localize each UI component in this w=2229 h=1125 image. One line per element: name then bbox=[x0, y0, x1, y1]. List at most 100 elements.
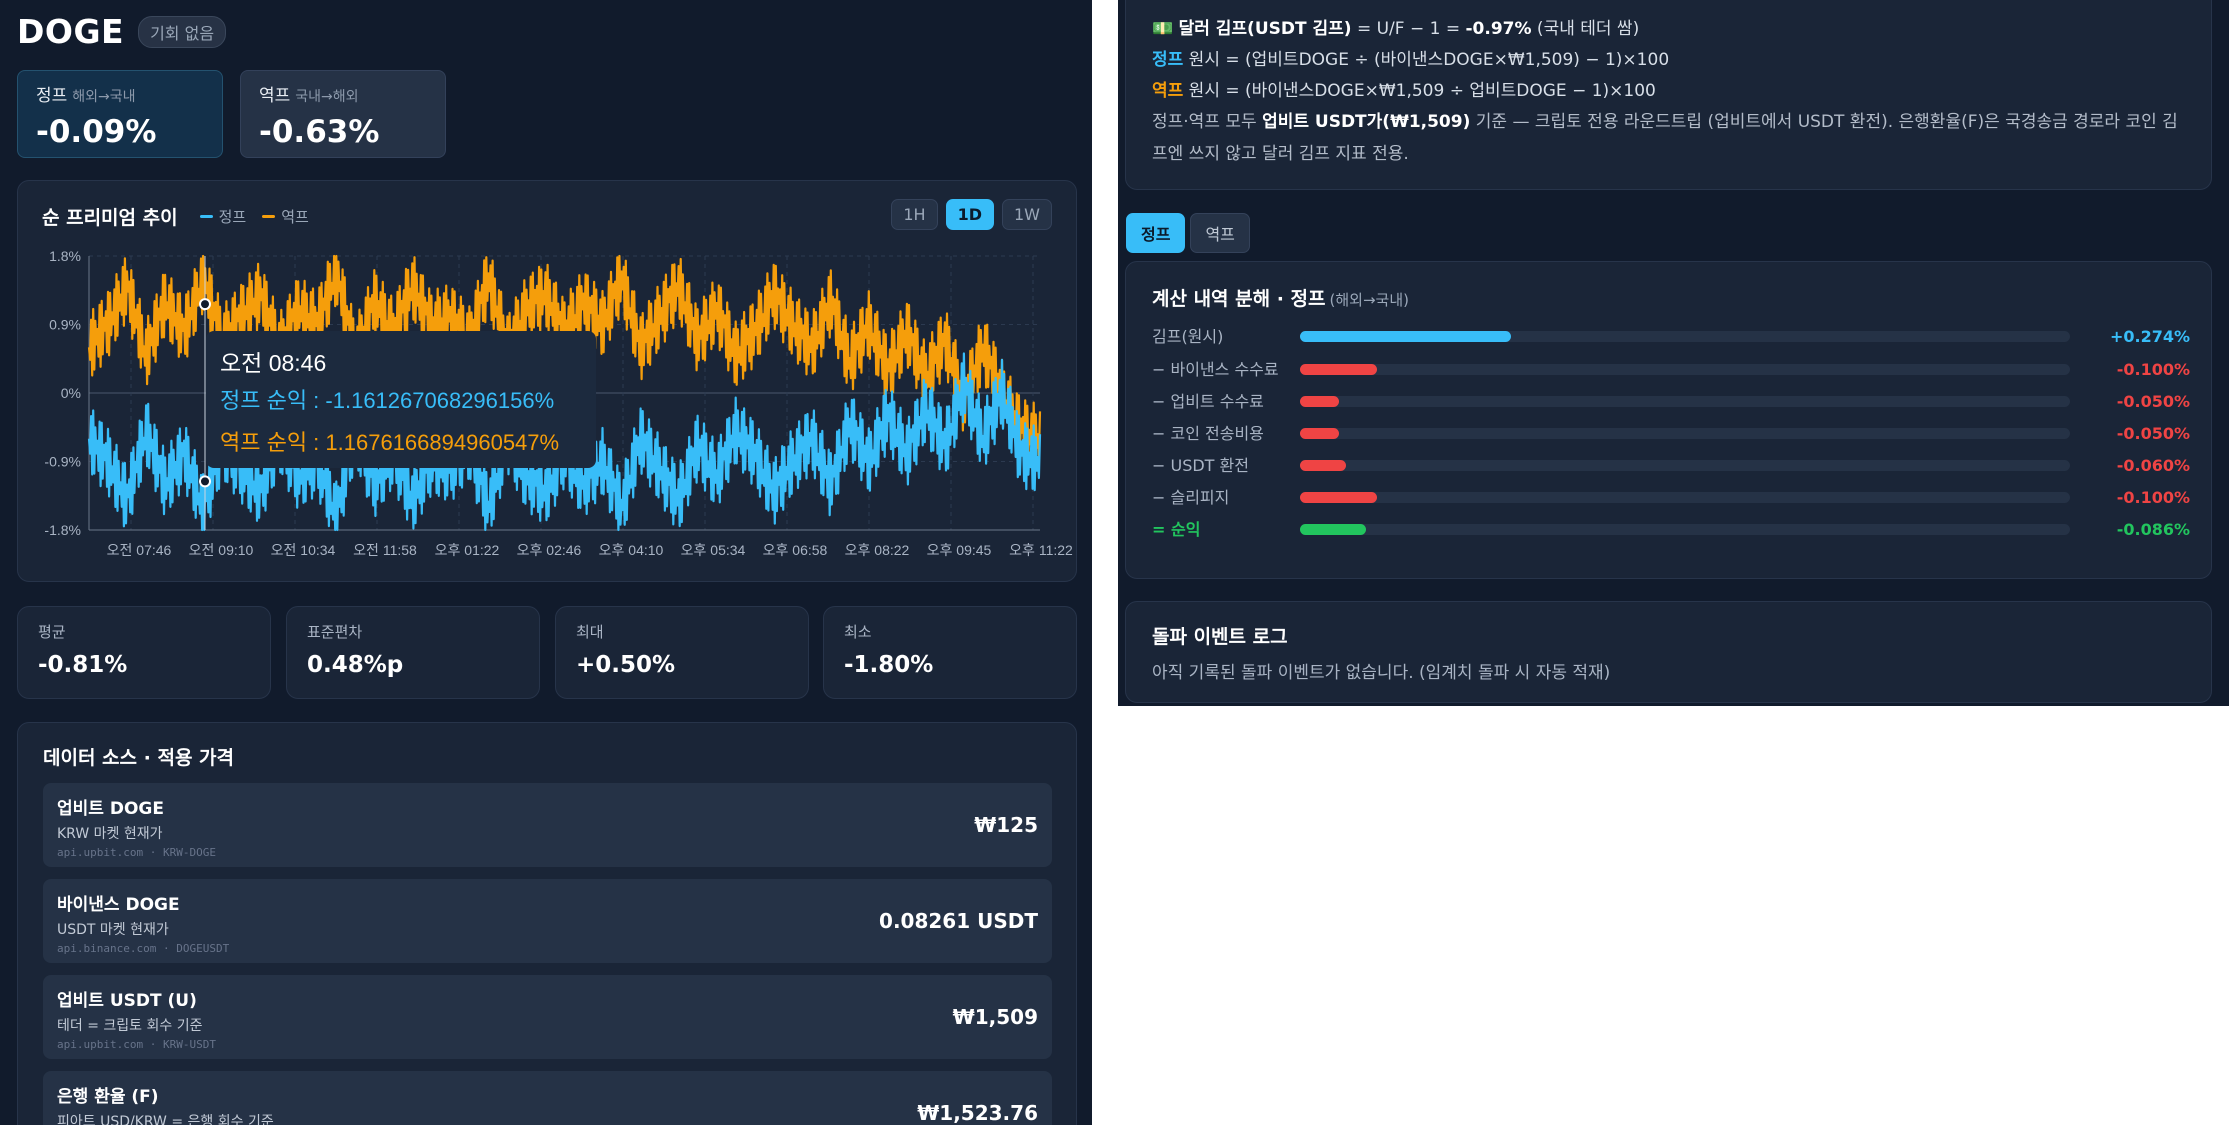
source-endpoint: api.upbit.com · KRW-DOGE bbox=[57, 846, 216, 859]
y-tick-label: 0% bbox=[61, 385, 81, 401]
stat-card-max: 최대 +0.50% bbox=[555, 606, 809, 699]
stat-label: 최소 bbox=[844, 623, 872, 641]
breakdown-label: − 업비트 수수료 bbox=[1152, 392, 1264, 411]
timeframe-1h-button[interactable]: 1H bbox=[891, 199, 938, 230]
source-endpoint: api.upbit.com · KRW-USDT bbox=[57, 1038, 216, 1051]
event-log-empty: 아직 기록된 돌파 이벤트가 없습니다. (임계치 돌파 시 자동 적재) bbox=[1152, 663, 1611, 683]
formula-note: 정프·역프 모두 업비트 USDT가(₩1,509) 기준 — 크립토 전용 라… bbox=[1152, 112, 2178, 164]
x-tick-label: 오후 02:46 bbox=[517, 542, 582, 558]
breakdown-bar-fill bbox=[1300, 460, 1347, 471]
x-tick-label: 오후 01:22 bbox=[435, 542, 500, 558]
breakdown-bar-track bbox=[1300, 460, 2070, 471]
y-tick-label: -0.9% bbox=[44, 454, 81, 470]
side-column: 💵 달러 김프(USDT 김프) = U/F − 1 = -0.97% (국내 … bbox=[1118, 0, 2229, 706]
source-price: 0.08261 USDT bbox=[879, 909, 1038, 933]
timeframe-1w-button[interactable]: 1W bbox=[1002, 199, 1052, 230]
x-tick-label: 오후 04:10 bbox=[599, 542, 664, 558]
kpi-reverse-title: 역프 국내→해외 bbox=[259, 86, 359, 106]
timeframe-1d-button[interactable]: 1D bbox=[945, 199, 994, 230]
y-tick-label: 0.9% bbox=[49, 317, 81, 333]
breakdown-bar-fill bbox=[1300, 331, 1511, 342]
source-row-upbit-doge: 업비트 DOGE KRW 마켓 현재가 api.upbit.com · KRW-… bbox=[43, 783, 1052, 867]
breakdown-bar-track bbox=[1300, 364, 2070, 375]
timeframe-selector: 1H 1D 1W bbox=[891, 199, 1052, 230]
legend-reverse: 역프 bbox=[262, 206, 309, 227]
data-source-title: 데이터 소스 · 적용 가격 bbox=[43, 747, 234, 769]
coin-title: DOGE bbox=[17, 12, 125, 51]
x-tick-label: 오전 11:58 bbox=[353, 542, 417, 558]
source-row-upbit-usdt: 업비트 USDT (U) 테더 = 크립토 회수 기준 api.upbit.co… bbox=[43, 975, 1052, 1059]
breakdown-label: − 코인 전송비용 bbox=[1152, 424, 1264, 443]
kpi-card-forward[interactable]: 정프 해외→국내 -0.09% bbox=[17, 70, 223, 158]
tooltip-forward-line: 정프 순익 : -1.161267068296156% bbox=[220, 388, 555, 413]
breakdown-title: 계산 내역 분해 · 정프 (해외→국내) bbox=[1152, 288, 1410, 310]
breakdown-label: − 바이낸스 수수료 bbox=[1152, 360, 1279, 379]
breakdown-bar-fill bbox=[1300, 492, 1377, 503]
tooltip-reverse-line: 역프 순익 : 1.1676166894960547% bbox=[220, 430, 560, 455]
source-price: ₩1,523.76 bbox=[917, 1101, 1038, 1125]
source-price: ₩1,509 bbox=[952, 1005, 1038, 1029]
breakdown-value: -0.086% bbox=[2116, 520, 2190, 539]
source-endpoint: api.binance.com · DOGEUSDT bbox=[57, 942, 230, 955]
chart-legend: 정프 역프 bbox=[199, 206, 309, 227]
stat-label: 최대 bbox=[576, 623, 604, 641]
source-name: 업비트 USDT (U) bbox=[57, 991, 197, 1011]
breakdown-value: -0.100% bbox=[2116, 360, 2190, 379]
formula-reverse: 역프 원시 = (바이낸스DOGE×₩1,509 ÷ 업비트DOGE − 1)×… bbox=[1152, 81, 1656, 101]
breakdown-bar-fill bbox=[1300, 396, 1339, 407]
chart-tooltip: 오전 08:46 정프 순익 : -1.161267068296156% 역프 … bbox=[206, 331, 596, 468]
source-desc: 테더 = 크립토 회수 기준 bbox=[57, 1018, 203, 1034]
x-tick-label: 오전 09:10 bbox=[189, 542, 254, 558]
x-tick-label: 오후 11:22 bbox=[1009, 542, 1073, 558]
breakdown-value: -0.050% bbox=[2116, 424, 2190, 443]
breakdown-bar-track bbox=[1300, 331, 2070, 342]
event-log-panel: 돌파 이벤트 로그 아직 기록된 돌파 이벤트가 없습니다. (임계치 돌파 시… bbox=[1125, 601, 2212, 703]
source-price: ₩125 bbox=[974, 813, 1038, 837]
breakdown-label: − 슬리피지 bbox=[1152, 488, 1230, 507]
legend-forward: 정프 bbox=[199, 206, 246, 227]
source-name: 업비트 DOGE bbox=[57, 799, 164, 819]
source-row-binance-doge: 바이낸스 DOGE USDT 마켓 현재가 api.binance.com · … bbox=[43, 879, 1052, 963]
tooltip-time: 오전 08:46 bbox=[220, 350, 327, 376]
y-tick-label: -1.8% bbox=[44, 522, 81, 538]
breakdown-bar-fill bbox=[1300, 428, 1339, 439]
tab-forward[interactable]: 정프 bbox=[1126, 213, 1186, 253]
kpi-card-reverse[interactable]: 역프 국내→해외 -0.63% bbox=[240, 70, 446, 158]
breakdown-value: -0.050% bbox=[2116, 392, 2190, 411]
stat-card-stddev: 표준편차 0.48%p bbox=[286, 606, 540, 699]
chart-title: 순 프리미엄 추이 bbox=[42, 207, 178, 229]
breakdown-bar-track bbox=[1300, 492, 2070, 503]
breakdown-bar-fill bbox=[1300, 524, 1367, 535]
source-name: 은행 환율 (F) bbox=[57, 1087, 159, 1107]
tab-reverse[interactable]: 역프 bbox=[1190, 213, 1250, 253]
source-row-bank-fx: 은행 환율 (F) 피아트 USD/KRW = 은행 회수 기준 ₩1,523.… bbox=[43, 1071, 1052, 1125]
stat-value: -1.80% bbox=[844, 652, 934, 678]
breakdown-label: 김프(원시) bbox=[1152, 327, 1224, 346]
main-column: DOGE 기회 없음 정프 해외→국내 -0.09% 역프 국내→해외 -0.63%… bbox=[0, 0, 1092, 1125]
coin-header: DOGE 기회 없음 bbox=[17, 12, 227, 51]
source-desc: KRW 마켓 현재가 bbox=[57, 826, 163, 842]
formula-forward: 정프 원시 = (업비트DOGE ÷ (바이낸스DOGE×₩1,509) − 1… bbox=[1152, 50, 1670, 70]
breakdown-panel: 계산 내역 분해 · 정프 (해외→국내) 김프(원시) +0.274% − 바이낸스… bbox=[1125, 261, 2212, 579]
stat-label: 표준편차 bbox=[307, 623, 363, 641]
forward-marker bbox=[199, 475, 211, 488]
breakdown-label: − USDT 환전 bbox=[1152, 456, 1249, 475]
y-tick-label: 1.8% bbox=[49, 248, 81, 264]
kpi-reverse-value: -0.63% bbox=[259, 114, 380, 150]
stat-value: +0.50% bbox=[576, 652, 676, 678]
breakdown-bar-track bbox=[1300, 396, 2070, 407]
x-tick-label: 오전 10:34 bbox=[271, 542, 336, 558]
breakdown-label: = 순익 bbox=[1152, 520, 1201, 539]
kpi-forward-title: 정프 해외→국내 bbox=[36, 86, 136, 106]
breakdown-bar-track bbox=[1300, 428, 2070, 439]
data-source-panel: 데이터 소스 · 적용 가격 업비트 DOGE KRW 마켓 현재가 api.u… bbox=[17, 722, 1077, 1125]
dollar-icon: 💵 bbox=[1152, 19, 1174, 39]
breakdown-value: -0.100% bbox=[2116, 488, 2190, 507]
x-tick-label: 오후 08:22 bbox=[845, 542, 910, 558]
formula-panel: 💵 달러 김프(USDT 김프) = U/F − 1 = -0.97% (국내 … bbox=[1125, 0, 2212, 190]
status-badge: 기회 없음 bbox=[138, 15, 227, 48]
event-log-title: 돌파 이벤트 로그 bbox=[1152, 626, 1288, 648]
stat-card-mean: 평균 -0.81% bbox=[17, 606, 271, 699]
x-tick-label: 오전 07:46 bbox=[107, 542, 172, 558]
stat-value: 0.48%p bbox=[307, 652, 404, 678]
